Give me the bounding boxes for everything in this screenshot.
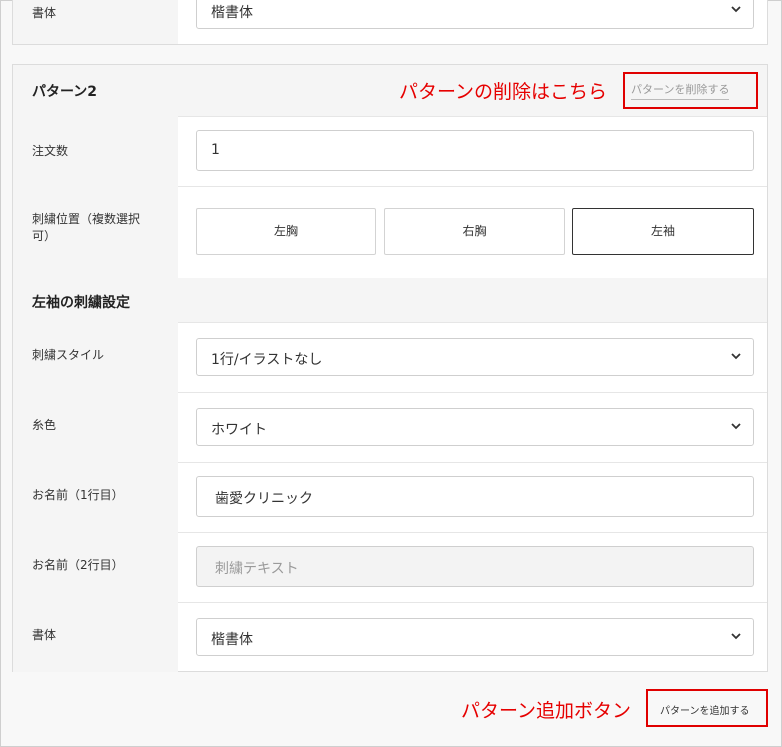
position-option-right-chest[interactable]: 右胸: [384, 208, 565, 255]
thread-color-select[interactable]: ホワイト: [196, 408, 754, 446]
name-line1-value: 歯愛クリニック: [215, 491, 313, 507]
pattern-header: パターン2 パターンの削除はこちら パターンを削除する: [13, 65, 767, 117]
section-header: 左袖の刺繍設定: [13, 278, 767, 323]
name-line2-label: お名前（2行目）: [32, 558, 124, 572]
font-select-value: 楷書体: [211, 632, 253, 648]
style-select-value: 1行/イラストなし: [211, 352, 323, 368]
style-label: 刺繍スタイル: [32, 348, 105, 362]
font-select[interactable]: 楷書体: [196, 618, 754, 656]
delete-annotation: パターンの削除はこちら: [399, 81, 608, 103]
chevron-down-icon: [731, 353, 741, 360]
embroidery-style-row: 刺繍スタイル 1行/イラストなし: [13, 322, 767, 393]
add-pattern-button[interactable]: パターンを追加する: [660, 702, 750, 717]
name-line2-placeholder: 刺繍テキスト: [215, 561, 299, 577]
order-count-row: 注文数 1: [13, 116, 767, 187]
position-label-line2: 可）: [32, 229, 57, 243]
order-count-input[interactable]: 1: [196, 130, 754, 171]
font-label: 書体: [32, 628, 57, 642]
font-select[interactable]: 楷書体: [196, 0, 754, 29]
name-line1-label: お名前（1行目）: [32, 488, 124, 502]
delete-pattern-button[interactable]: パターンを削除する: [631, 81, 730, 100]
thread-color-label: 糸色: [32, 418, 57, 432]
previous-pattern-card: 書体 楷書体: [12, 0, 768, 45]
chevron-down-icon: [731, 6, 741, 13]
position-option-left-sleeve[interactable]: 左袖: [572, 208, 754, 255]
pattern-title: パターン2: [32, 84, 98, 100]
font-select-value: 楷書体: [211, 5, 253, 21]
name-line2-input[interactable]: 刺繍テキスト: [196, 546, 754, 587]
style-select[interactable]: 1行/イラストなし: [196, 338, 754, 376]
chevron-down-icon: [731, 633, 741, 640]
name-line2-row: お名前（2行目） 刺繍テキスト: [13, 532, 767, 603]
name-line1-input[interactable]: 歯愛クリニック: [196, 476, 754, 517]
name-line1-row: お名前（1行目） 歯愛クリニック: [13, 462, 767, 533]
section-title: 左袖の刺繍設定: [32, 295, 130, 311]
position-label-line1: 刺繍位置（複数選択: [32, 212, 141, 226]
order-count-label: 注文数: [32, 144, 69, 158]
position-option-left-chest[interactable]: 左胸: [196, 208, 376, 255]
font-row: 書体 楷書体: [13, 602, 767, 672]
add-annotation: パターン追加ボタン: [461, 700, 632, 722]
pattern-card: パターン2 パターンの削除はこちら パターンを削除する 注文数 1 刺繍位置（複…: [12, 64, 768, 672]
font-label: 書体: [32, 6, 57, 20]
chevron-down-icon: [731, 423, 741, 430]
font-row: 書体 楷書体: [13, 0, 767, 44]
thread-color-value: ホワイト: [211, 422, 267, 438]
thread-color-row: 糸色 ホワイト: [13, 392, 767, 463]
order-count-value: 1: [211, 142, 220, 158]
